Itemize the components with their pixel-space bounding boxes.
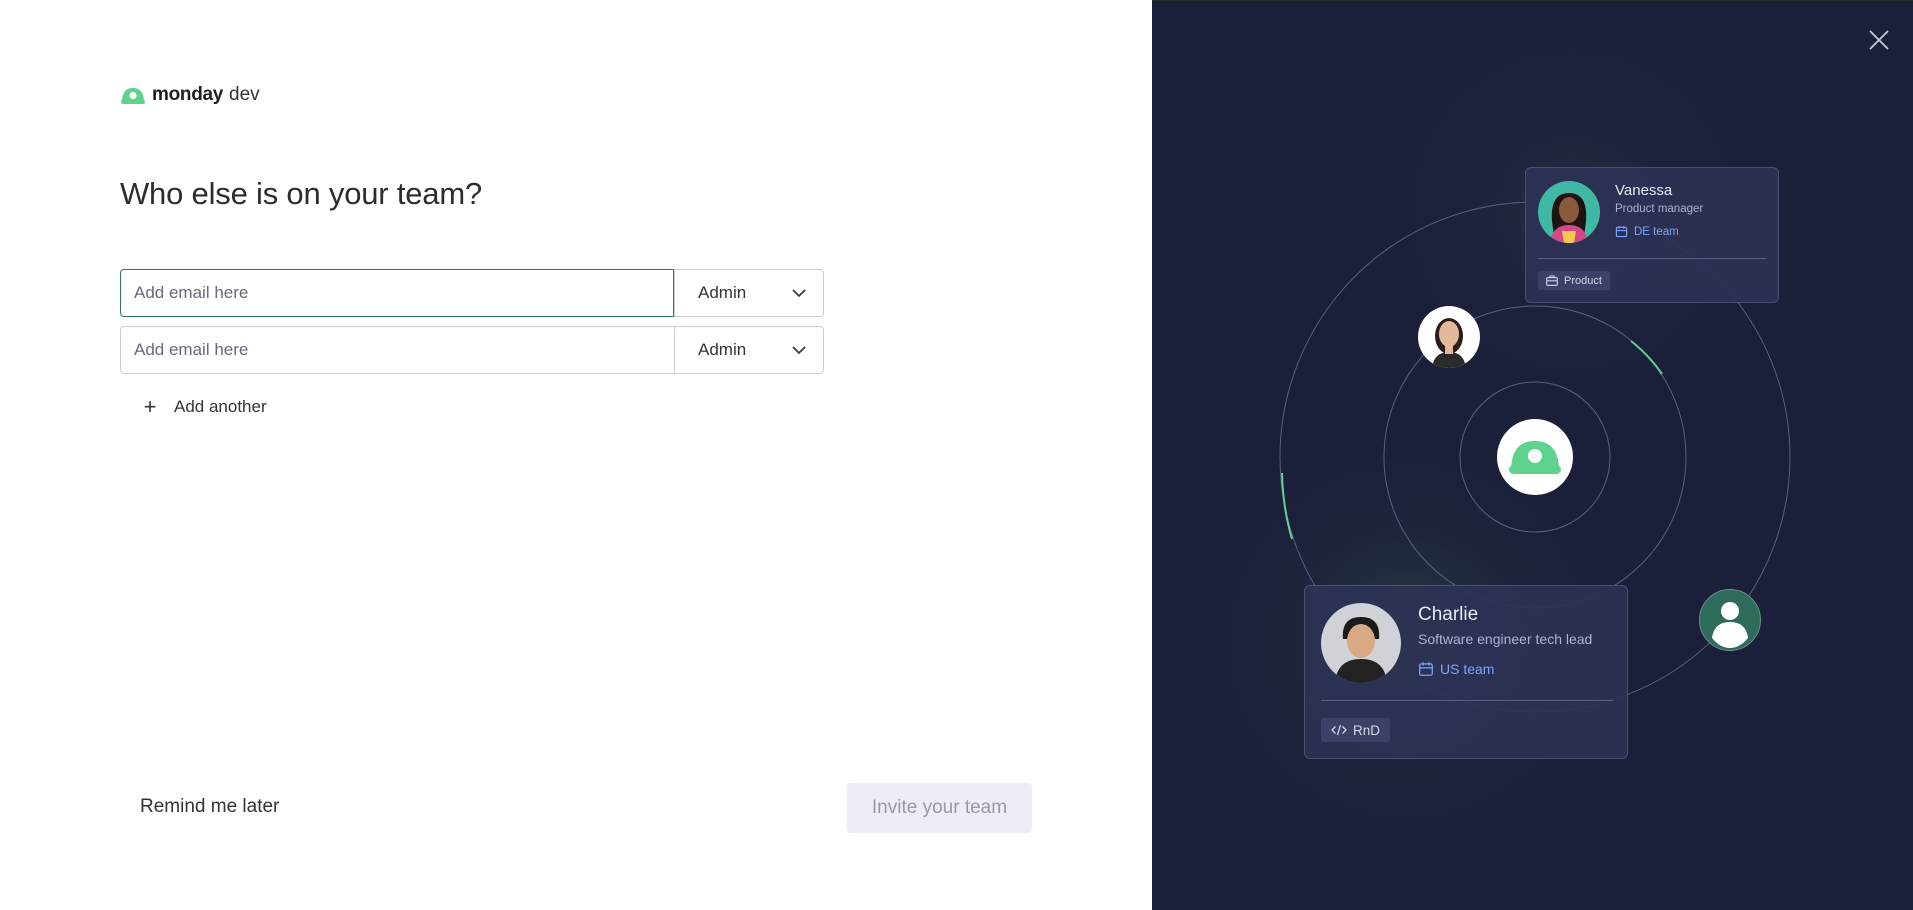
charlie-card: Charlie Software engineer tech lead US t… — [1304, 585, 1628, 759]
team-illustration-panel: Vanessa Product manager DE team Product … — [1152, 1, 1913, 910]
card-team-label: DE team — [1634, 225, 1679, 238]
role-dropdown-2[interactable]: Admin — [674, 326, 824, 374]
card-team: DE team — [1615, 225, 1679, 238]
chevron-down-icon — [791, 285, 807, 301]
invite-row: Admin — [120, 269, 824, 317]
calendar-icon — [1419, 662, 1433, 676]
avatar-user-placeholder — [1699, 589, 1761, 651]
card-role: Product manager — [1615, 203, 1704, 215]
role-value: Admin — [698, 283, 747, 302]
card-tag-label: Product — [1564, 274, 1602, 287]
code-icon — [1331, 724, 1347, 736]
card-tag: RnD — [1321, 718, 1391, 742]
monday-dev-logo: monday dev — [120, 84, 260, 106]
card-tag: Product — [1538, 271, 1610, 290]
briefcase-icon — [1546, 275, 1558, 286]
vanessa-card: Vanessa Product manager DE team Product — [1525, 167, 1779, 303]
card-role: Software engineer tech lead — [1418, 631, 1593, 647]
add-another-button[interactable]: + Add another — [140, 396, 267, 418]
card-divider — [1321, 700, 1613, 701]
role-dropdown-1[interactable]: Admin — [674, 269, 824, 317]
add-another-label: Add another — [174, 397, 267, 416]
page-title: Who else is on your team? — [120, 176, 483, 211]
card-name: Vanessa — [1615, 182, 1673, 199]
card-team: US team — [1418, 661, 1494, 677]
logo-brand-text: monday — [152, 84, 224, 105]
avatar-charlie — [1321, 603, 1401, 683]
role-value: Admin — [698, 340, 747, 359]
monday-logo-icon — [121, 88, 145, 104]
invite-form-panel: monday dev Who else is on your team? Adm… — [0, 0, 1152, 910]
invite-row: Admin — [120, 326, 824, 374]
logo-product-text: dev — [229, 84, 260, 105]
plus-icon: + — [143, 394, 157, 419]
card-team-label: US team — [1440, 661, 1495, 677]
card-tag-label: RnD — [1353, 722, 1381, 738]
email-input-1[interactable] — [120, 269, 674, 317]
calendar-icon — [1615, 225, 1628, 238]
chevron-down-icon — [791, 342, 807, 358]
card-name: Charlie — [1418, 604, 1479, 625]
email-input-2[interactable] — [120, 326, 674, 374]
avatar-vanessa — [1538, 181, 1600, 243]
avatar-woman — [1418, 306, 1480, 368]
remind-me-later-button[interactable]: Remind me later — [140, 796, 279, 818]
invite-team-button[interactable]: Invite your team — [847, 783, 1032, 833]
team-orbit-graphic — [1207, 21, 1791, 841]
card-divider — [1538, 258, 1766, 259]
